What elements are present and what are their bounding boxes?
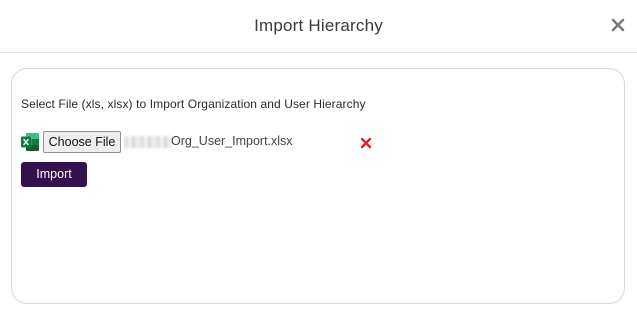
choose-file-button[interactable]: Choose File	[43, 131, 121, 153]
import-button[interactable]: Import	[21, 162, 87, 187]
selected-file-name: Org_User_Import.xlsx	[171, 134, 293, 148]
file-input-row: Choose File Org_User_Import.xlsx	[20, 130, 380, 154]
remove-file-icon[interactable]	[360, 136, 372, 149]
excel-icon	[20, 132, 40, 152]
redacted-file-prefix	[124, 136, 172, 148]
instruction-text: Select File (xls, xlsx) to Import Organi…	[21, 97, 366, 111]
dialog-header: Import Hierarchy	[0, 0, 637, 53]
close-icon[interactable]	[609, 15, 627, 35]
dialog-body: Select File (xls, xlsx) to Import Organi…	[11, 68, 625, 304]
dialog-title: Import Hierarchy	[254, 16, 383, 35]
